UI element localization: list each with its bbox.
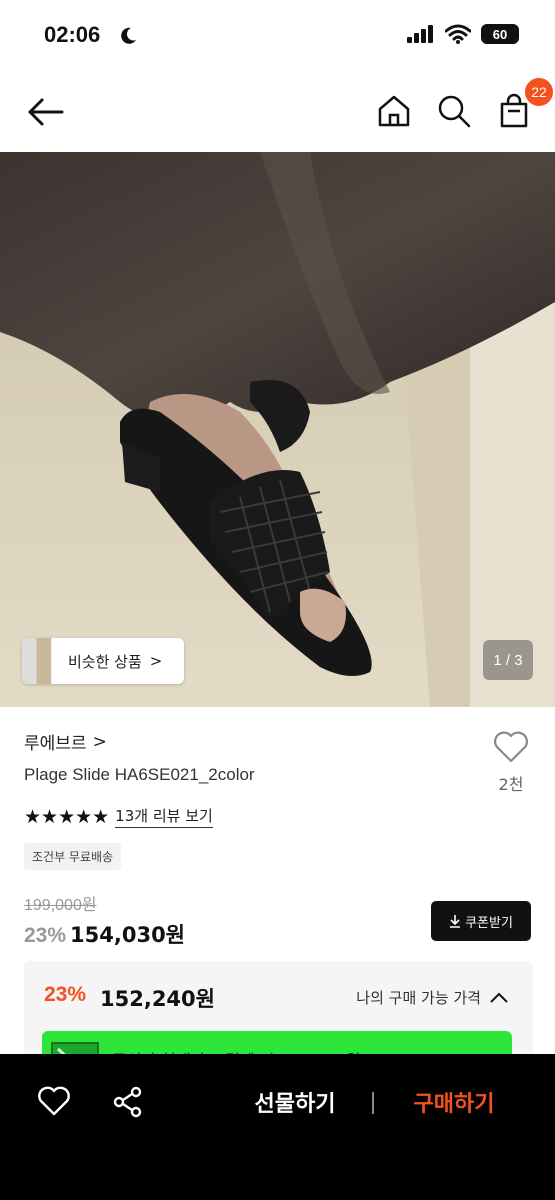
similar-thumbnail [22, 638, 52, 684]
product-photo [0, 152, 555, 707]
like-count: 2천 [498, 775, 524, 794]
price-row: 23% 154,030원 [24, 919, 185, 949]
similar-products-button[interactable]: 비슷한 상품 > [22, 638, 184, 684]
battery-icon: 60 [481, 24, 519, 44]
heart-icon [494, 731, 528, 763]
heart-icon[interactable] [38, 1086, 70, 1118]
sale-price: 154,030원 [70, 923, 185, 947]
moon-icon [121, 27, 136, 44]
bottom-action-bar: 선물하기 구매하기 [0, 1054, 555, 1200]
back-arrow-icon[interactable] [26, 92, 66, 132]
my-discount-rate: 23% [44, 983, 87, 1006]
my-price: 152,240원 [100, 987, 215, 1011]
my-price-toggle[interactable]: 나의 구매 가능 가격 [356, 987, 509, 1008]
share-icon[interactable] [112, 1086, 144, 1118]
status-bar: 02:06 60 [0, 0, 555, 70]
signal-icon [407, 25, 433, 43]
coupon-button[interactable]: 쿠폰받기 [431, 901, 531, 941]
discount-rate: 23% [24, 924, 67, 947]
status-icons: 60 [407, 24, 519, 44]
star-rating-icon: ★★★★★ [24, 805, 110, 828]
buy-button[interactable]: 구매하기 [396, 1086, 512, 1118]
divider [372, 1092, 374, 1114]
cart-count-badge: 22 [523, 76, 555, 108]
rating-row: ★★★★★ 13개 리뷰 보기 [24, 805, 213, 828]
chevron-up-icon [490, 992, 508, 1003]
wifi-icon [445, 24, 471, 44]
original-price: 199,000원 [24, 897, 97, 914]
search-icon[interactable] [435, 92, 473, 130]
brand-name: 루에브르 [24, 734, 87, 754]
nav-bar: 22 [0, 70, 555, 152]
review-link[interactable]: 13개 리뷰 보기 [115, 805, 213, 828]
product-title: Plage Slide HA6SE021_2color [24, 765, 255, 784]
status-time: 02:06 [44, 22, 101, 47]
chevron-right-icon: > [149, 652, 163, 670]
product-image[interactable]: 비슷한 상품 > 1 / 3 [0, 152, 555, 707]
like-button[interactable]: 2천 [491, 731, 531, 795]
nav-actions: 22 [375, 76, 555, 130]
home-icon[interactable] [375, 92, 413, 130]
my-price-label: 나의 구매 가능 가격 [356, 989, 481, 1007]
brand-link[interactable]: 루에브르 > [24, 729, 107, 755]
chevron-right-icon: > [92, 731, 107, 752]
download-icon [450, 915, 461, 928]
cart-button[interactable]: 22 [495, 76, 555, 130]
shipping-badge: 조건부 무료배송 [24, 843, 122, 870]
similar-products-label: 비슷한 상품 [68, 652, 142, 671]
image-page-indicator: 1 / 3 [483, 640, 533, 680]
gift-button[interactable]: 선물하기 [240, 1086, 350, 1118]
coupon-label: 쿠폰받기 [465, 915, 513, 931]
